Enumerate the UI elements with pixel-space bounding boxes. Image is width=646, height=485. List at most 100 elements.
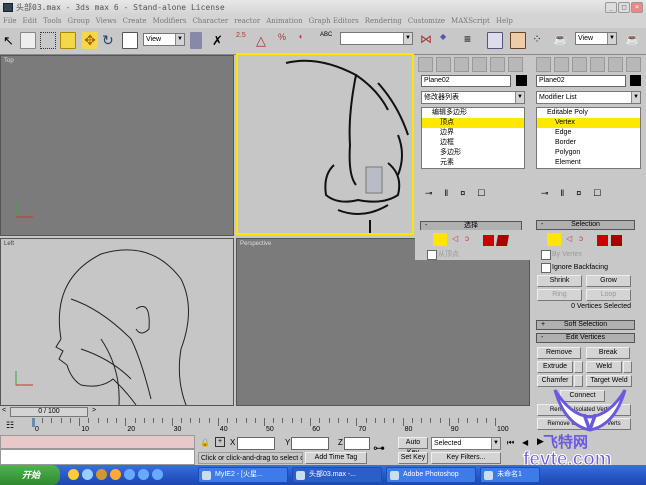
qq-icon[interactable] — [110, 469, 121, 480]
stack-item-selected[interactable]: Vertex — [537, 118, 640, 128]
add-time-tag-button[interactable]: Add Time Tag — [305, 452, 367, 464]
go-to-start-icon[interactable]: ⏮ — [507, 438, 514, 448]
menu-help[interactable]: Help — [496, 17, 513, 25]
utilities-tab-icon[interactable] — [626, 57, 641, 72]
track-bar-icon[interactable]: ☷ — [6, 420, 14, 431]
stack-item[interactable]: Editable Poly — [537, 108, 640, 118]
stack-item[interactable]: Edge — [537, 128, 640, 138]
stack-item[interactable]: 多边形 — [422, 148, 524, 158]
menu-edit[interactable]: Edit — [22, 17, 37, 25]
percent-snap-icon[interactable]: % — [278, 32, 294, 49]
x-coord-field[interactable] — [237, 437, 275, 450]
ring-button[interactable]: Ring — [537, 289, 582, 301]
key-mode-select[interactable]: Selected ▼ — [431, 437, 501, 450]
border-subobject-icon[interactable]: ↄ — [465, 234, 476, 245]
remove-button[interactable]: Remove — [537, 347, 581, 359]
scale-icon[interactable] — [122, 32, 138, 49]
motion-tab-icon[interactable] — [590, 57, 605, 72]
taskbar-item-3dsmax[interactable]: 头部03.max -... — [292, 467, 382, 483]
modifier-list-select[interactable]: 修改器列表 ▼ — [421, 91, 525, 104]
utilities-tab-icon[interactable] — [508, 57, 523, 72]
display-tab-icon[interactable] — [608, 57, 623, 72]
select-by-name-icon[interactable] — [20, 32, 36, 49]
quick-render-icon[interactable]: ☕ — [625, 32, 641, 49]
time-next-button[interactable]: > — [92, 407, 96, 414]
modifier-list-select[interactable]: Modifier List ▼ — [536, 91, 641, 104]
y-coord-field[interactable] — [291, 437, 329, 450]
rollout-edit-vertices-header[interactable]: - Edit Vertices — [536, 333, 635, 343]
menu-maxscript[interactable]: MAXScript — [451, 17, 490, 25]
grow-button[interactable]: Grow — [586, 275, 631, 287]
stack-item[interactable]: Border — [537, 138, 640, 148]
menu-modifiers[interactable]: Modifiers — [153, 17, 187, 25]
edge-subobject-icon[interactable]: ◁ — [566, 234, 577, 245]
ignore-backfacing-checkbox[interactable]: Ignore Backfacing — [541, 263, 608, 273]
window-crossing-icon[interactable] — [60, 32, 76, 49]
material-editor-icon[interactable]: ⁘ — [532, 32, 548, 49]
menu-create[interactable]: Create — [123, 17, 147, 25]
create-tab-icon[interactable] — [418, 57, 433, 72]
loop-button[interactable]: Loop — [586, 289, 631, 301]
viewport-label[interactable]: Left — [4, 241, 14, 247]
mirror-icon[interactable]: ⋈ — [420, 32, 436, 49]
rollout-selection-header[interactable]: - Selection — [536, 220, 635, 230]
taskbar-item-myie[interactable]: MyIE2 - [火星... — [198, 467, 288, 483]
reference-coord-select[interactable]: View ▼ — [143, 33, 185, 46]
modify-tab-icon[interactable] — [436, 57, 451, 72]
edge-subobject-icon[interactable]: ◁ — [452, 234, 463, 245]
track-bar[interactable]: ☷ 0 10 20 30 40 50 60 70 80 90 100 — [0, 418, 533, 435]
object-name-field[interactable]: Plane02 — [421, 75, 511, 87]
viewport-top[interactable]: Top — [0, 55, 234, 236]
snap-icon[interactable]: 2.5 — [236, 32, 252, 49]
quicklaunch-icon[interactable] — [152, 469, 163, 480]
render-type-select[interactable]: View ▼ — [575, 32, 617, 45]
stack-item[interactable]: 边界 — [422, 128, 524, 138]
element-subobject-icon[interactable] — [496, 235, 509, 246]
menu-animation[interactable]: Animation — [266, 17, 302, 25]
quicklaunch-icon[interactable] — [124, 469, 135, 480]
absolute-mode-icon[interactable]: + — [215, 437, 225, 447]
hierarchy-tab-icon[interactable] — [454, 57, 469, 72]
viewport-label[interactable]: Top — [4, 58, 14, 64]
taskbar-item-photoshop[interactable]: Adobe Photoshop — [386, 467, 476, 483]
set-key-button[interactable]: Set Key — [398, 452, 428, 464]
menu-group[interactable]: Group — [68, 17, 90, 25]
menu-reactor[interactable]: reactor — [234, 17, 260, 25]
shrink-button[interactable]: Shrink — [537, 275, 582, 287]
hierarchy-tab-icon[interactable] — [572, 57, 587, 72]
spinner-snap-icon[interactable]: ◖ — [298, 32, 314, 49]
rollout-soft-selection-header[interactable]: + Soft Selection — [536, 320, 635, 330]
by-vertex-checkbox[interactable]: By Vertex — [541, 250, 582, 260]
rotate-icon[interactable]: ↻ — [102, 32, 118, 49]
schematic-view-icon[interactable] — [510, 32, 526, 49]
named-selection-set[interactable]: ▼ — [340, 32, 413, 45]
taskbar-item-untitled[interactable]: 未命名1 — [480, 467, 540, 483]
viewport-label[interactable]: Perspective — [240, 241, 271, 247]
weld-settings-button[interactable] — [623, 361, 632, 373]
pivot-icon[interactable] — [190, 32, 202, 49]
start-button[interactable]: 开始 — [0, 465, 60, 485]
menu-character[interactable]: Character — [192, 17, 228, 25]
z-coord-field[interactable] — [344, 437, 370, 450]
weld-button[interactable]: Weld — [586, 361, 622, 373]
object-name-field[interactable]: Plane02 — [536, 75, 626, 87]
key-filters-button[interactable]: Key Filters... — [431, 452, 501, 464]
move-icon[interactable]: ✥ — [82, 32, 98, 49]
create-tab-icon[interactable] — [536, 57, 551, 72]
render-scene-icon[interactable]: ☕ — [553, 32, 569, 49]
stack-item[interactable]: Polygon — [537, 148, 640, 158]
menu-views[interactable]: Views — [96, 17, 117, 25]
named-selection-icon[interactable]: ABC — [320, 32, 336, 49]
prev-frame-icon[interactable]: ◀ — [522, 438, 528, 447]
layer-manager-icon[interactable]: ≡ — [464, 32, 480, 49]
quicklaunch-icon[interactable] — [96, 469, 107, 480]
select-icon[interactable]: ↖ — [3, 32, 19, 49]
stack-item-selected[interactable]: 顶点 — [422, 118, 524, 128]
maximize-button[interactable]: □ — [618, 2, 630, 13]
time-slider-thumb[interactable]: 0 / 100 — [10, 407, 88, 417]
viewport-perspective[interactable]: Perspective — [236, 238, 530, 406]
viewport-front[interactable] — [236, 53, 414, 235]
quicklaunch-icon[interactable] — [138, 469, 149, 480]
manipulate-icon[interactable]: ✗ — [212, 32, 228, 49]
polygon-subobject-icon[interactable] — [597, 235, 608, 246]
